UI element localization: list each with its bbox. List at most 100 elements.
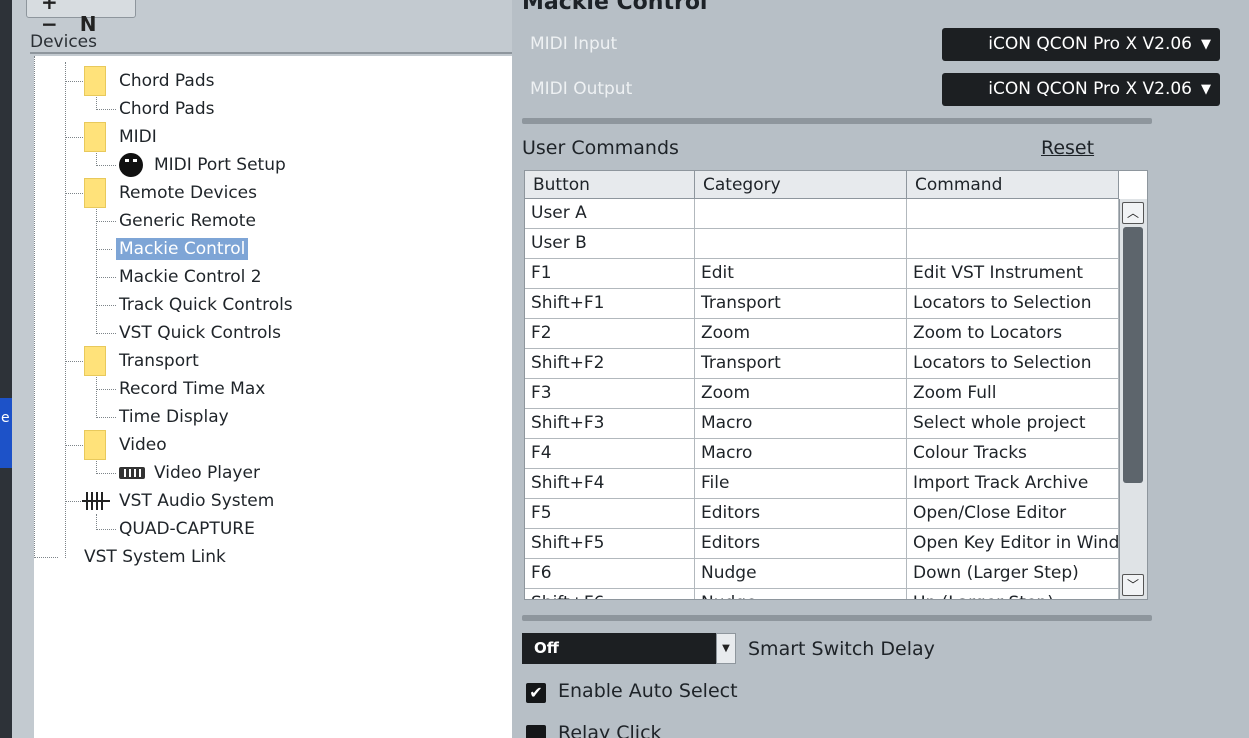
cell-command[interactable]: Edit VST Instrument [907,259,1119,289]
tree-item-generic-remote[interactable]: Generic Remote [119,208,256,234]
cell-button[interactable]: Shift+F1 [525,289,695,319]
tree-folder-remote-devices[interactable]: Remote Devices [84,178,257,208]
tree-item-chord-pads[interactable]: Chord Pads [119,96,214,122]
cell-category[interactable]: Macro [695,409,907,439]
cell-category[interactable]: Transport [695,349,907,379]
table-row[interactable]: Shift+F6 Nudge Up (Larger Step) [525,589,1121,599]
column-header-button[interactable]: Button [525,171,695,199]
table-scrollbar[interactable]: ︿ ﹀ [1119,199,1147,599]
tree-item-mackie-control-2[interactable]: Mackie Control 2 [119,264,262,290]
cell-category[interactable]: Zoom [695,379,907,409]
column-header-category[interactable]: Category [695,171,907,199]
table-row[interactable]: F4 Macro Colour Tracks [525,439,1121,469]
tree-item-time-display[interactable]: Time Display [119,404,229,430]
cell-category[interactable] [695,199,907,229]
cell-command[interactable]: Zoom Full [907,379,1119,409]
tree-item-track-quick-controls[interactable]: Track Quick Controls [119,292,293,318]
cell-category[interactable]: Transport [695,289,907,319]
tree-connector [34,56,35,558]
table-row[interactable]: F1 Edit Edit VST Instrument [525,259,1121,289]
table-row[interactable]: User A [525,199,1121,229]
column-header-command[interactable]: Command [907,171,1119,199]
cell-command[interactable] [907,199,1119,229]
cell-command[interactable]: Open Key Editor in Wind [907,529,1119,559]
scroll-thumb[interactable] [1123,227,1143,483]
cell-button[interactable]: Shift+F2 [525,349,695,379]
tree-item-vst-system-link[interactable]: VST System Link [84,544,226,570]
tree-item-vst-quick-controls[interactable]: VST Quick Controls [119,320,281,346]
table-row[interactable]: F6 Nudge Down (Larger Step) [525,559,1121,589]
dropdown-arrow-icon: ▼ [1201,82,1211,97]
table-row[interactable]: F3 Zoom Zoom Full [525,379,1121,409]
tree-item-label: Video [119,435,167,455]
cell-button[interactable]: Shift+F5 [525,529,695,559]
cell-command[interactable]: Down (Larger Step) [907,559,1119,589]
relay-click-checkbox[interactable] [526,725,546,738]
cell-command[interactable]: Up (Larger Step) [907,589,1119,599]
tree-item-record-time-max[interactable]: Record Time Max [119,376,265,402]
cell-command[interactable]: Locators to Selection [907,349,1119,379]
cell-category[interactable] [695,229,907,259]
enable-auto-select-checkbox[interactable]: ✔ [526,683,546,703]
tree-folder-transport[interactable]: Transport [84,346,199,376]
tree-connector [96,374,97,418]
cell-command[interactable]: Open/Close Editor [907,499,1119,529]
tree-item-label: Chord Pads [119,71,215,91]
devices-panel: +−N Devices Chord Pads Chord Pads MIDI M… [12,0,522,738]
cell-button[interactable]: User A [525,199,695,229]
table-row[interactable]: User B [525,229,1121,259]
cell-button[interactable]: Shift+F4 [525,469,695,499]
tree-item-vst-audio-system[interactable]: VST Audio System [82,488,274,514]
cell-category[interactable]: Editors [695,499,907,529]
cell-command[interactable]: Locators to Selection [907,289,1119,319]
cell-button[interactable]: F5 [525,499,695,529]
cell-button[interactable]: Shift+F6 [525,589,695,599]
cell-category[interactable]: Zoom [695,319,907,349]
tree-folder-midi[interactable]: MIDI [84,122,157,152]
cell-command[interactable] [907,229,1119,259]
tree-item-mackie-control[interactable]: Mackie Control [116,236,249,262]
cell-button[interactable]: F6 [525,559,695,589]
cell-button[interactable]: F3 [525,379,695,409]
left-edge-tab[interactable]: e [0,398,12,468]
cell-category[interactable]: File [695,469,907,499]
midi-port-icon [119,153,143,177]
device-toolbar[interactable]: +−N [26,0,136,35]
cell-command[interactable]: Import Track Archive [907,469,1119,499]
cell-category[interactable]: Nudge [695,589,907,599]
cell-category[interactable]: Macro [695,439,907,469]
cell-command[interactable]: Colour Tracks [907,439,1119,469]
cell-command[interactable]: Zoom to Locators [907,319,1119,349]
cell-category[interactable]: Nudge [695,559,907,589]
cell-category[interactable]: Editors [695,529,907,559]
table-row[interactable]: F2 Zoom Zoom to Locators [525,319,1121,349]
folder-icon [84,122,106,152]
tree-item-midi-port-setup[interactable]: MIDI Port Setup [119,152,286,178]
table-row[interactable]: F5 Editors Open/Close Editor [525,499,1121,529]
midi-input-select[interactable]: iCON QCON Pro X V2.06 ▼ [942,28,1220,61]
midi-output-select[interactable]: iCON QCON Pro X V2.06 ▼ [942,73,1220,106]
cell-button[interactable]: Shift+F3 [525,409,695,439]
cell-button[interactable]: User B [525,229,695,259]
tree-folder-chord-pads[interactable]: Chord Pads [84,66,214,96]
cell-button[interactable]: F1 [525,259,695,289]
dropdown-arrow-icon[interactable]: ▼ [716,633,736,664]
cell-command[interactable]: Select whole project [907,409,1119,439]
relay-click-label: Relay Click [558,722,662,738]
cell-button[interactable]: F4 [525,439,695,469]
table-row[interactable]: Shift+F3 Macro Select whole project [525,409,1121,439]
scroll-down-button[interactable]: ﹀ [1122,574,1144,596]
table-row[interactable]: Shift+F5 Editors Open Key Editor in Wind [525,529,1121,559]
scroll-up-button[interactable]: ︿ [1122,202,1144,224]
reset-button[interactable]: Reset [1041,137,1094,159]
cell-category[interactable]: Edit [695,259,907,289]
tree-connector [96,529,116,530]
tree-item-video-player[interactable]: Video Player [119,460,260,486]
tree-folder-video[interactable]: Video [84,430,167,460]
table-row[interactable]: Shift+F4 File Import Track Archive [525,469,1121,499]
cell-button[interactable]: F2 [525,319,695,349]
smart-switch-delay-select[interactable]: Off ▼ [522,633,736,664]
tree-item-quad-capture[interactable]: QUAD-CAPTURE [119,516,255,542]
table-row[interactable]: Shift+F2 Transport Locators to Selection [525,349,1121,379]
table-row[interactable]: Shift+F1 Transport Locators to Selection [525,289,1121,319]
